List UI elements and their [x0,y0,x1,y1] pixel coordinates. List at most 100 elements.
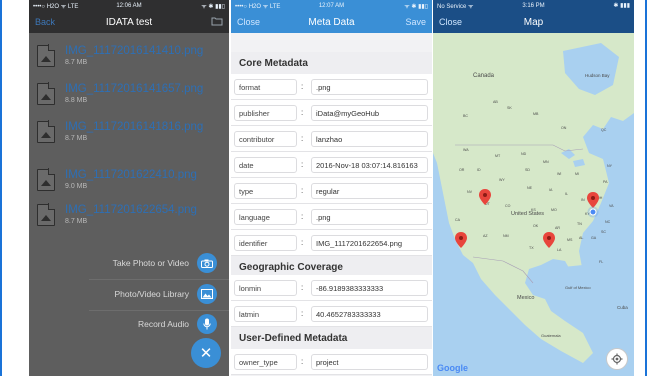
label-ia: IA [549,188,553,192]
metadata-key[interactable]: latmin [234,306,297,322]
label-bc: BC [463,114,468,118]
section-user-defined-metadata: User-Defined Metadata [231,327,432,349]
label-cuba: Cuba [617,305,628,310]
label-canada: Canada [473,73,495,79]
metadata-key[interactable]: identifier [234,235,297,251]
frame-left [0,0,2,376]
label-mi: MI [575,172,579,176]
metadata-key[interactable]: type [234,183,297,199]
metadata-value[interactable]: .png [311,209,428,225]
photo-library-icon[interactable] [197,284,217,304]
metadata-row: language : .png [231,204,432,230]
image-file-icon [37,120,56,143]
label-la: LA [557,248,562,252]
section-core-metadata: Core Metadata [231,52,432,74]
nav-title: Meta Data [308,16,355,28]
label-tn: TN [577,222,582,226]
metadata-key[interactable]: publisher [234,105,297,121]
nav-title: IDATA test [105,16,153,28]
current-location-dot [587,206,599,218]
label-wi: WI [557,172,561,176]
label-ny: NY [607,164,613,168]
metadata-key[interactable]: language [234,209,297,225]
metadata-value[interactable]: 40.4652783333333 [311,306,428,322]
map-view[interactable]: Canada Hudson Bay United States Mexico G… [433,33,634,376]
label-in: IN [581,198,585,202]
record-audio-label: Record Audio [137,319,189,329]
colon: : [301,82,304,91]
google-logo: Google [437,363,468,373]
label-wy: WY [499,178,505,182]
nav-bar: Back IDATA test [29,11,229,33]
metadata-key[interactable]: lonmin [234,280,297,296]
close-button[interactable]: Close [439,17,462,27]
metadata-value[interactable]: .png [311,79,428,95]
label-al: AL [579,236,583,240]
label-guatemala: Guatemala [541,333,561,338]
label-ab: AB [493,100,498,104]
colon: : [301,108,304,117]
colon: : [301,357,304,366]
label-sd: SD [525,168,530,172]
metadata-value[interactable]: IMG_1117201622654.png [311,235,428,251]
back-button[interactable]: Back [35,17,55,27]
status-bar: ••••○ H2O ᯤ LTE 12:07 AM ᯤ ✱ ▮▮▯ [231,0,432,11]
metadata-screen: ••••○ H2O ᯤ LTE 12:07 AM ᯤ ✱ ▮▮▯ Close M… [231,0,432,376]
label-il: IL [565,192,568,196]
colon: : [301,186,304,195]
status-bar: No Service ᯤ 3:16 PM ✱ ▮▮▮ [433,0,634,11]
status-bar: ••••○ H2O ᯤ LTE 12:06 AM ᯤ ✱ ▮▮▯ [29,0,229,11]
locate-me-icon[interactable] [606,348,628,370]
take-photo-action[interactable]: Take Photo or Video [113,251,217,275]
file-item[interactable]: IMG_11172016141816.png 8.7 MB [29,112,229,151]
folder-icon[interactable] [211,16,223,28]
label-pa: PA [603,180,608,184]
label-ar: AR [555,226,560,230]
metadata-key[interactable]: date [234,157,297,173]
label-mt: MT [495,154,501,158]
metadata-value[interactable]: -86.9189383333333 [311,280,428,296]
record-audio-action[interactable]: Record Audio [138,312,217,336]
metadata-key[interactable]: contributor [234,131,297,147]
close-button[interactable]: Close [237,17,260,27]
file-name: IMG_1117201622410.png [65,168,197,181]
file-item[interactable]: IMG_11172016141657.png 8.8 MB [29,74,229,113]
label-on: ON [561,126,567,130]
file-item[interactable]: IMG_1117201622654.png 8.7 MB [29,195,229,234]
close-icon[interactable]: ✕ [191,338,221,368]
metadata-value[interactable]: project [311,354,428,370]
camera-icon[interactable] [197,253,217,273]
metadata-row: latmin : 40.4652783333333 [231,301,432,327]
file-size: 9.0 MB [65,182,88,190]
label-va: VA [609,204,614,208]
save-button[interactable]: Save [405,17,426,27]
label-qc: QC [601,128,607,132]
file-item[interactable]: IMG_1117201622410.png 9.0 MB [29,160,229,199]
label-sk: SK [507,106,512,110]
metadata-value[interactable]: 2016-Nov-18 03:07:14.816163 [311,157,428,173]
label-mexico: Mexico [517,295,534,301]
label-ga: GA [591,236,597,240]
microphone-icon[interactable] [197,314,217,334]
label-mo: MO [551,208,557,212]
metadata-key[interactable]: owner_type [234,354,297,370]
file-item[interactable]: IMG_11172016141410.png 8.7 MB [29,36,229,75]
label-gulf: Gulf of Mexico [565,285,591,290]
photo-library-action[interactable]: Photo/Video Library [114,282,217,306]
label-or: OR [459,168,465,172]
colon: : [301,283,304,292]
photo-library-label: Photo/Video Library [114,289,189,299]
label-nc: NC [605,220,611,224]
metadata-value[interactable]: lanzhao [311,131,428,147]
label-nd: ND [521,152,527,156]
metadata-key[interactable]: format [234,79,297,95]
file-size: 8.7 MB [65,217,88,225]
file-name: IMG_11172016141410.png [65,44,204,57]
metadata-value[interactable]: regular [311,183,428,199]
label-mn: MN [543,160,549,164]
metadata-value[interactable]: iData@myGeoHub [311,105,428,121]
file-name: IMG_1117201622654.png [65,203,197,216]
label-ca: CA [455,218,461,222]
colon: : [301,238,304,247]
label-united-states: United States [511,211,544,217]
